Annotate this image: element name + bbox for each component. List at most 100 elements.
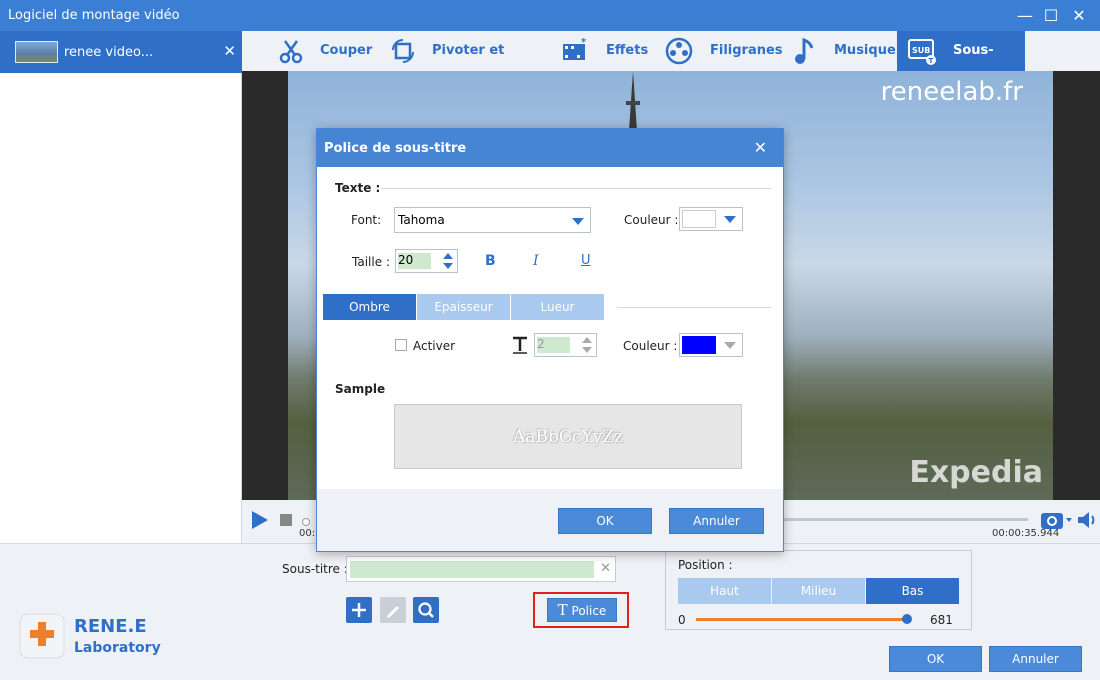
shadow-color-swatch — [682, 336, 716, 354]
plus-icon — [352, 603, 366, 617]
svg-text:T: T — [929, 57, 934, 65]
svg-text:*: * — [581, 37, 587, 48]
edit-subtitle-button[interactable] — [380, 597, 406, 623]
position-group: Position : Haut Milieu Bas 0 681 — [665, 550, 972, 630]
chevron-down-icon — [572, 218, 584, 225]
cancel-button[interactable]: Annuler — [989, 646, 1082, 672]
activate-checkbox[interactable] — [395, 339, 407, 351]
size-value[interactable]: 20 — [398, 253, 431, 269]
file-list-panel: renee video... ✕ — [0, 31, 242, 543]
spinner-icon[interactable] — [581, 336, 593, 354]
tab-sous-titre[interactable]: SUBT Sous-titre — [897, 31, 1025, 98]
tab-pivoter[interactable]: Pivoter et rogner — [386, 31, 546, 98]
text-color-select[interactable] — [679, 207, 743, 231]
font-value: Tahoma — [398, 213, 445, 227]
shadow-color-select[interactable] — [679, 333, 743, 357]
stop-icon[interactable] — [280, 514, 292, 526]
effects-icon: * — [563, 37, 587, 60]
spinner-icon[interactable] — [442, 252, 454, 270]
text-section-label: Texte : — [335, 181, 381, 195]
sample-label: Sample — [335, 382, 386, 396]
current-time: 00: — [299, 528, 316, 539]
rene-logo-icon — [19, 613, 65, 659]
tab-filigranes-label: Filigranes — [710, 43, 783, 58]
tab-ombre[interactable]: Ombre — [323, 294, 416, 320]
seek-handle[interactable] — [302, 518, 310, 526]
camera-icon[interactable] — [1040, 509, 1074, 531]
subtitle-label: Sous-titre : — [282, 562, 348, 576]
activate-label: Activer — [413, 339, 456, 353]
police-label: Police — [571, 604, 607, 618]
font-select[interactable]: Tahoma — [394, 207, 591, 233]
subtitle-icon: SUB T — [908, 39, 936, 65]
edit-toolbar: Couper Pivoter et rogner * Effets Filigr… — [242, 31, 1100, 98]
dialog-footer: OK Annuler — [317, 489, 783, 551]
brand-name: RENE.E — [74, 616, 147, 637]
underline-button[interactable]: U — [581, 253, 591, 268]
size-label: Taille : — [352, 255, 390, 269]
dialog-cancel-button[interactable]: Annuler — [669, 508, 764, 534]
brand-subtitle: Laboratory — [74, 640, 161, 656]
video-watermark: reneelab.fr — [880, 77, 1023, 107]
video-thumbnail — [15, 41, 58, 63]
police-button[interactable]: T Police — [547, 598, 617, 622]
dialog-header: Police de sous-titre ✕ — [317, 129, 783, 167]
brand-logo: RENE.E Laboratory — [16, 610, 166, 666]
maximize-icon[interactable]: ☐ — [1036, 0, 1066, 31]
size-spinner[interactable]: 20 — [395, 249, 458, 273]
text-color-swatch — [682, 210, 716, 228]
tab-lueur[interactable]: Lueur — [511, 294, 604, 320]
chevron-down-icon — [724, 342, 736, 349]
subtitle-input-box: ✕ — [346, 556, 616, 582]
tab-filigranes[interactable]: Filigranes — [662, 31, 783, 71]
pencil-icon — [387, 606, 399, 618]
expedia-logo: Expedia — [909, 455, 1043, 490]
italic-button[interactable]: I — [533, 253, 539, 269]
text-size-icon — [513, 336, 527, 354]
sample-preview: AaBbCcYyZz — [394, 404, 742, 469]
seek-bar[interactable] — [782, 518, 1028, 521]
text-color-label: Couleur : — [624, 213, 679, 227]
tab-musique-label: Musique — [834, 43, 896, 58]
subtitle-input[interactable] — [350, 561, 594, 578]
dialog-close-icon[interactable]: ✕ — [754, 138, 767, 157]
bold-button[interactable]: B — [485, 253, 496, 269]
tab-epaisseur[interactable]: Epaisseur — [417, 294, 510, 320]
section-divider — [381, 188, 771, 189]
position-slider-handle[interactable] — [902, 614, 912, 624]
search-subtitle-button[interactable] — [413, 597, 439, 623]
police-highlight: T Police — [533, 592, 629, 628]
watermark-film-icon — [665, 37, 693, 65]
slider-min: 0 — [678, 613, 686, 627]
tab-effets[interactable]: * Effets — [558, 31, 648, 71]
tab-couper-label: Couper — [320, 43, 373, 58]
close-window-icon[interactable]: ✕ — [1064, 0, 1094, 31]
position-haut[interactable]: Haut — [678, 578, 771, 604]
file-tab[interactable]: renee video... ✕ — [0, 31, 242, 73]
shadow-spinner[interactable]: 2 — [534, 333, 597, 357]
window-title: Logiciel de montage vidéo — [8, 8, 180, 23]
dialog-ok-button[interactable]: OK — [558, 508, 652, 534]
clear-subtitle-icon[interactable]: ✕ — [600, 561, 611, 576]
position-milieu[interactable]: Milieu — [772, 578, 865, 604]
crop-rotate-icon — [392, 39, 414, 63]
position-slider[interactable] — [696, 618, 908, 621]
title-bar: Logiciel de montage vidéo — ☐ ✕ — [0, 0, 1100, 31]
shadow-color-label: Couleur : — [623, 339, 678, 353]
play-icon[interactable] — [248, 509, 270, 531]
close-file-icon[interactable]: ✕ — [223, 42, 236, 60]
svg-text:SUB: SUB — [912, 46, 930, 55]
volume-icon[interactable] — [1076, 510, 1098, 530]
shadow-value[interactable]: 2 — [537, 337, 570, 353]
file-name: renee video... — [64, 45, 154, 60]
add-subtitle-button[interactable] — [346, 597, 372, 623]
music-note-icon — [795, 37, 814, 64]
tab-couper[interactable]: Couper — [274, 31, 374, 71]
dialog-title: Police de sous-titre — [324, 141, 467, 156]
ok-button[interactable]: OK — [889, 646, 982, 672]
tab-musique[interactable]: Musique — [788, 31, 896, 71]
position-label: Position : — [678, 558, 733, 572]
font-t-icon: T — [557, 601, 568, 619]
scissors-icon — [279, 40, 303, 64]
position-bas[interactable]: Bas — [866, 578, 959, 604]
